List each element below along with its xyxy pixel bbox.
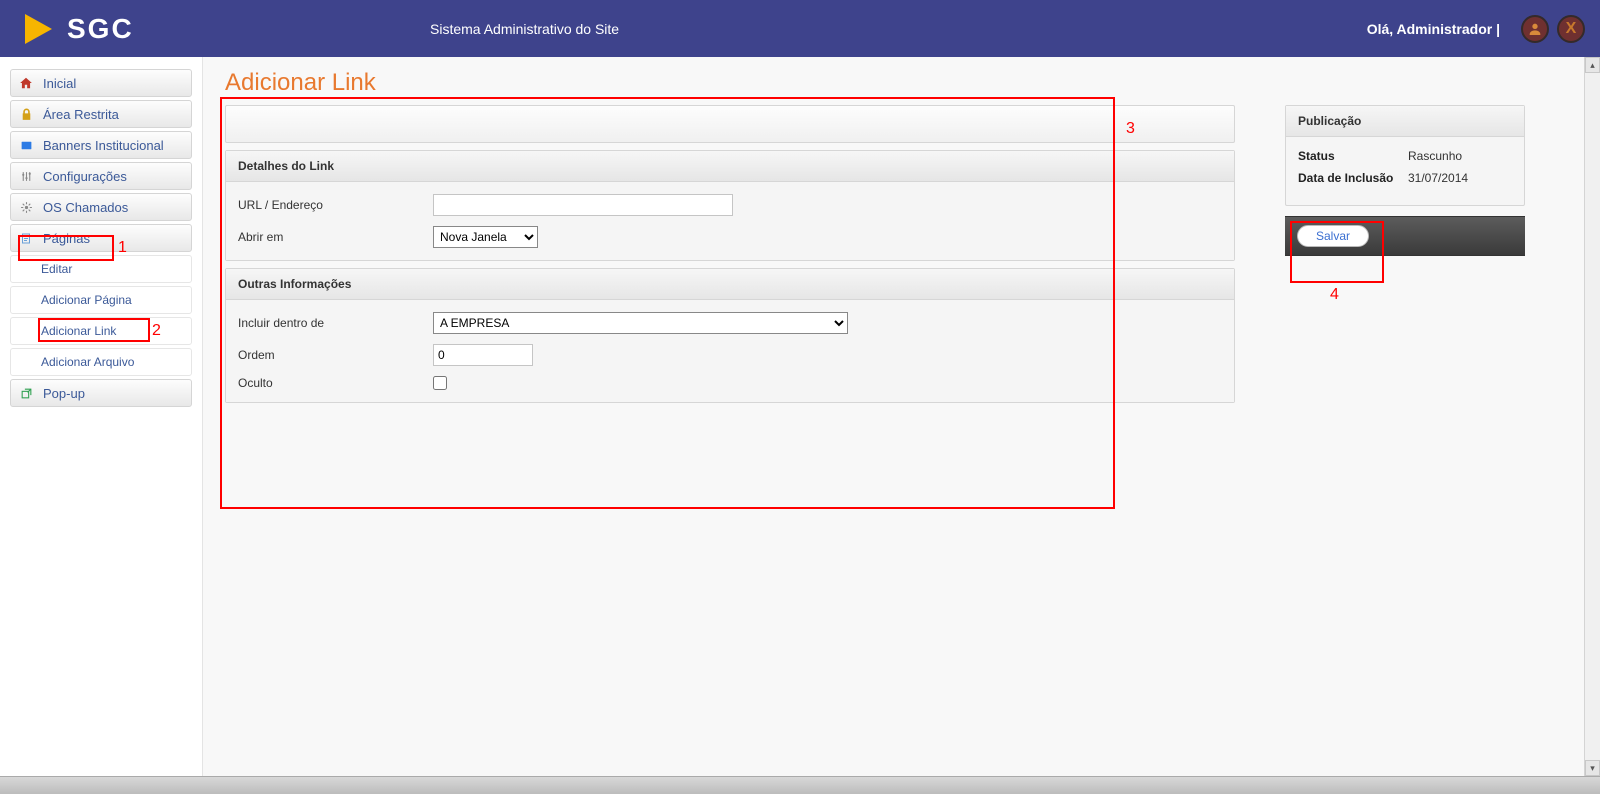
url-label: URL / Endereço: [238, 198, 433, 212]
sidebar-item-label: Inicial: [43, 76, 76, 91]
sidebar-item-label: Banners Institucional: [43, 138, 164, 153]
panel-outras: Outras Informações Incluir dentro de A E…: [225, 268, 1235, 403]
status-value: Rascunho: [1408, 149, 1462, 163]
status-label: Status: [1298, 149, 1408, 163]
title-input-panel[interactable]: [225, 105, 1235, 143]
panel-header: Outras Informações: [226, 269, 1234, 300]
publication-column: Publicação Status Rascunho Data de Inclu…: [1285, 105, 1525, 410]
lock-icon: [19, 107, 33, 121]
publication-actionbar: Salvar: [1285, 216, 1525, 256]
user-account-icon[interactable]: [1521, 15, 1549, 43]
play-triangle-icon: [25, 14, 52, 44]
data-inclusao-label: Data de Inclusão: [1298, 171, 1408, 185]
sidebar-subitem-adicionar-link[interactable]: Adicionar Link: [10, 317, 192, 345]
sidebar-item-label: Área Restrita: [43, 107, 119, 122]
save-button[interactable]: Salvar: [1297, 225, 1369, 247]
gear-icon: [19, 200, 33, 214]
header-subtitle: Sistema Administrativo do Site: [430, 21, 619, 37]
top-header: SGC Sistema Administrativo do Site Olá, …: [0, 0, 1600, 57]
bottom-bar: [0, 776, 1600, 794]
sidebar-item-inicial[interactable]: Inicial: [10, 69, 192, 97]
sidebar-subitem-adicionar-arquivo[interactable]: Adicionar Arquivo: [10, 348, 192, 376]
sidebar-item-banners[interactable]: Banners Institucional: [10, 131, 192, 159]
annotation-number-2: 2: [152, 322, 161, 340]
ordem-input[interactable]: [433, 344, 533, 366]
scroll-down-arrow-icon[interactable]: ▾: [1585, 760, 1600, 776]
header-greeting: Olá, Administrador |: [1367, 21, 1500, 37]
sidebar-item-label: Pop-up: [43, 386, 85, 401]
ordem-label: Ordem: [238, 348, 433, 362]
sidebar-item-popup[interactable]: Pop-up: [10, 379, 192, 407]
document-icon: [19, 231, 33, 245]
incluir-label: Incluir dentro de: [238, 316, 433, 330]
sidebar-subitem-editar[interactable]: Editar: [10, 255, 192, 283]
abrir-select[interactable]: Nova Janela: [433, 226, 538, 248]
form-column: Detalhes do Link URL / Endereço Abrir em…: [225, 105, 1235, 410]
sidebar-item-label: Adicionar Arquivo: [41, 355, 134, 369]
sidebar-item-label: Configurações: [43, 169, 127, 184]
oculto-checkbox[interactable]: [433, 376, 447, 390]
incluir-select[interactable]: A EMPRESA: [433, 312, 848, 334]
sidebar: Inicial Área Restrita Banners Institucio…: [0, 57, 203, 794]
sidebar-item-label: Adicionar Link: [41, 324, 116, 338]
annotation-number-3: 3: [1126, 120, 1135, 138]
annotation-number-4: 4: [1330, 286, 1339, 304]
abrir-label: Abrir em: [238, 230, 433, 244]
popup-icon: [19, 386, 33, 400]
logo-text: SGC: [67, 13, 134, 45]
data-inclusao-value: 31/07/2014: [1408, 171, 1468, 185]
sidebar-item-label: Editar: [41, 262, 72, 276]
image-icon: [19, 138, 33, 152]
sidebar-item-label: OS Chamados: [43, 200, 128, 215]
home-icon: [19, 76, 33, 90]
page-title: Adicionar Link: [225, 69, 1578, 97]
header-icons: X: [1521, 15, 1585, 43]
panel-publicacao: Publicação Status Rascunho Data de Inclu…: [1285, 105, 1525, 206]
sidebar-item-paginas[interactable]: Páginas: [10, 224, 192, 252]
settings-icon: [19, 169, 33, 183]
sidebar-subitem-adicionar-pagina[interactable]: Adicionar Página: [10, 286, 192, 314]
url-input[interactable]: [433, 194, 733, 216]
sidebar-item-label: Páginas: [43, 231, 90, 246]
sidebar-item-os-chamados[interactable]: OS Chamados: [10, 193, 192, 221]
content-area: Adicionar Link Detalhes do Link URL / En…: [203, 57, 1600, 794]
sidebar-item-label: Adicionar Página: [41, 293, 132, 307]
oculto-label: Oculto: [238, 376, 433, 390]
sidebar-item-configuracoes[interactable]: Configurações: [10, 162, 192, 190]
annotation-number-1: 1: [118, 239, 127, 257]
scroll-up-arrow-icon[interactable]: ▴: [1585, 57, 1600, 73]
logo-area: SGC: [0, 13, 134, 45]
close-icon[interactable]: X: [1557, 15, 1585, 43]
panel-header: Detalhes do Link: [226, 151, 1234, 182]
panel-detalhes: Detalhes do Link URL / Endereço Abrir em…: [225, 150, 1235, 261]
sidebar-item-area-restrita[interactable]: Área Restrita: [10, 100, 192, 128]
panel-header: Publicação: [1286, 106, 1524, 137]
vertical-scrollbar[interactable]: ▴ ▾: [1584, 57, 1600, 776]
